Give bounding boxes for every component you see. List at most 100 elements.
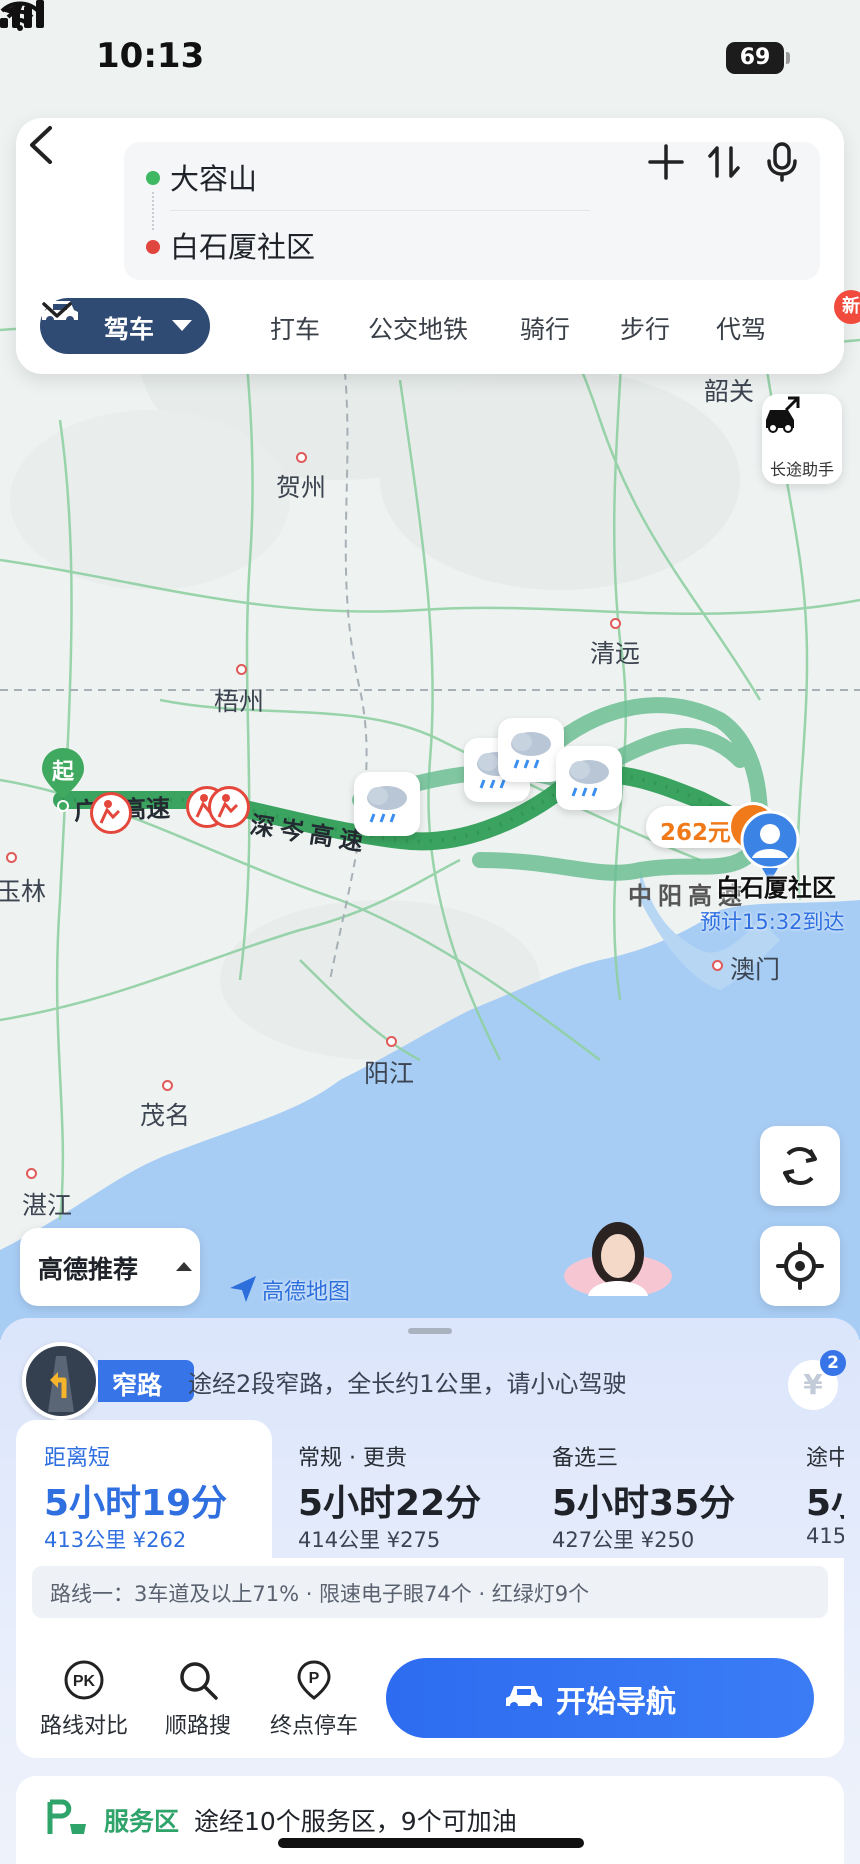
amap-logo-text: 高德地图	[262, 1280, 351, 1305]
route-connector	[152, 192, 154, 230]
city-dot	[296, 452, 307, 463]
travel-mode-tabs: 驾车 打车 公交地铁 骑行 步行 代驾 新	[40, 290, 860, 354]
rain-weather-icon[interactable]	[556, 746, 622, 810]
destination-parking-label: 终点停车	[269, 1714, 358, 1739]
route-detail-panel: 路线一：3车道及以上71% · 限速电子眼74个 · 红绿灯9个	[16, 1558, 844, 1640]
tab-transit[interactable]: 公交地铁	[368, 310, 468, 346]
route-detail-text: 路线一：3车道及以上71% · 限速电子眼74个 · 红绿灯9个	[50, 1582, 590, 1606]
route-option-3[interactable]: 备选三 5小时35分 427公里 ¥250	[524, 1420, 780, 1558]
map-view[interactable]: 韶关 贺州 清远 梧州 玉林 阳江 茂名 湛江 澳门 广昆高速 深岑高速 中阳高…	[0, 0, 860, 1340]
pk-icon: PK	[64, 1660, 104, 1700]
start-navigation-label: 开始导航	[556, 1685, 676, 1720]
route-options: 距离短 5小时19分 413公里 ¥262 常规 · 更贵 5小时22分 414…	[16, 1420, 844, 1558]
status-time: 10:13	[96, 36, 205, 76]
car-icon	[506, 1686, 542, 1710]
city-label-zhanjiang: 湛江	[22, 1191, 73, 1220]
narrow-road-icon	[22, 1342, 100, 1420]
service-area-icon	[47, 1799, 86, 1834]
search-icon	[180, 1662, 218, 1700]
end-dot	[146, 240, 160, 254]
add-waypoint-icon[interactable]	[646, 142, 686, 182]
amap-logo-icon	[230, 1276, 256, 1302]
back-arrow-icon[interactable]	[16, 118, 66, 172]
route-title: 距离短	[44, 1446, 111, 1471]
compare-routes-label: 路线对比	[39, 1714, 128, 1739]
city-label-yulin: 玉林	[0, 877, 47, 906]
route-duration: 5小时22分	[298, 1483, 482, 1524]
locate-icon	[776, 1242, 824, 1290]
city-dot	[162, 1080, 173, 1091]
route-option-2[interactable]: 常规 · 更贵 5小时22分 414公里 ¥275	[270, 1420, 526, 1558]
svg-text:P: P	[309, 1670, 320, 1687]
long-trip-helper-label: 长途助手	[769, 460, 834, 479]
search-along-route-label: 顺路搜	[164, 1714, 231, 1739]
route-detail-box[interactable]: 路线一：3车道及以上71% · 限速电子眼74个 · 红绿灯9个	[32, 1566, 828, 1618]
route-action-bar: PK 路线对比 顺路搜 P 终点停车 开始导航	[16, 1640, 844, 1758]
route-search-card: 大容山 白石厦社区 驾车 打车 公交地铁 骑行 步行 代驾 新	[16, 118, 860, 374]
city-label-hezhou: 贺州	[276, 473, 327, 502]
route-option-4[interactable]: 途中 5小 415	[778, 1420, 844, 1558]
toll-count-badge: 2	[820, 1350, 846, 1376]
start-marker-label: 起	[51, 760, 74, 785]
swap-route-icon[interactable]	[704, 142, 744, 182]
rain-weather-icon[interactable]	[354, 772, 420, 836]
start-location-field[interactable]: 大容山	[170, 156, 257, 198]
my-location-button[interactable]	[760, 1226, 840, 1306]
construction-icon[interactable]	[208, 786, 250, 828]
parking-pin-icon: P	[297, 1660, 331, 1700]
tab-chauffeur[interactable]: 代驾	[716, 310, 766, 346]
wifi-icon	[0, 1, 40, 31]
voice-assistant-avatar[interactable]	[548, 1206, 678, 1296]
eta-label: 预计15:32到达	[700, 910, 845, 934]
route-preference-dropdown[interactable]: 高德推荐	[20, 1228, 200, 1306]
tab-walking[interactable]: 步行	[620, 310, 670, 346]
route-duration: 5小时35分	[552, 1483, 736, 1524]
route-distance-cost: 413公里 ¥262	[44, 1528, 187, 1552]
route-duration: 5小时19分	[44, 1483, 228, 1524]
sheet-drag-handle[interactable]	[408, 1328, 452, 1334]
long-trip-helper-button[interactable]: 长途助手	[762, 394, 842, 484]
rain-weather-icon[interactable]	[498, 718, 564, 782]
city-dot	[712, 960, 723, 971]
refresh-icon	[783, 1147, 817, 1185]
city-dot	[386, 1036, 397, 1047]
route-bottom-sheet: 窄路 途经2段窄路，全长约1公里，请小心驾驶 ¥ 2 距离短 5小时19分 41…	[0, 1318, 860, 1864]
narrow-road-tag: 窄路	[98, 1360, 194, 1402]
start-navigation-button[interactable]: 开始导航	[386, 1658, 814, 1738]
city-label-wuzhou: 梧州	[214, 687, 265, 716]
city-dot	[26, 1168, 37, 1179]
microphone-icon[interactable]	[762, 142, 802, 182]
narrow-road-tag-text: 窄路	[112, 1371, 163, 1400]
tab-driving-label: 驾车	[104, 315, 155, 344]
tab-cycling[interactable]: 骑行	[520, 310, 570, 346]
status-bar: 10:13 69	[0, 0, 860, 110]
route-preference-label: 高德推荐	[38, 1255, 139, 1284]
service-area-info[interactable]: 服务区 途经10个服务区，9个可加油	[16, 1776, 844, 1864]
city-label-shaoguan: 韶关	[704, 377, 755, 406]
narrow-road-message: 途经2段窄路，全长约1公里，请小心驾驶	[188, 1370, 627, 1398]
destination-label: 白石厦社区	[716, 874, 836, 902]
more-modes-chevron-icon[interactable]	[40, 298, 74, 322]
toll-price-text: 262元	[660, 820, 732, 846]
city-label-macau: 澳门	[730, 955, 781, 984]
narrow-road-notice[interactable]: 窄路 途经2段窄路，全长约1公里，请小心驾驶 ¥ 2	[18, 1342, 846, 1422]
city-dot	[610, 618, 621, 629]
city-label-qingyuan: 清远	[590, 639, 641, 668]
route-title: 常规 · 更贵	[298, 1446, 407, 1471]
svg-text:PK: PK	[73, 1673, 96, 1690]
home-indicator	[278, 1838, 584, 1848]
refresh-route-button[interactable]	[760, 1126, 840, 1206]
end-location-field[interactable]: 白石厦社区	[170, 224, 315, 266]
construction-icon[interactable]	[90, 792, 132, 834]
tab-taxi[interactable]: 打车	[270, 310, 320, 346]
city-label-yangjiang: 阳江	[364, 1059, 415, 1088]
divider	[170, 210, 590, 211]
chevron-down-icon	[172, 320, 192, 331]
city-dot	[236, 664, 247, 675]
city-label-maoming: 茂名	[140, 1101, 191, 1130]
route-distance-cost: 415	[806, 1524, 844, 1548]
route-distance-cost: 427公里 ¥250	[552, 1528, 695, 1552]
long-trip-car-icon	[766, 396, 800, 433]
service-area-tag: 服务区	[104, 1807, 180, 1836]
route-option-1[interactable]: 距离短 5小时19分 413公里 ¥262	[16, 1420, 272, 1558]
